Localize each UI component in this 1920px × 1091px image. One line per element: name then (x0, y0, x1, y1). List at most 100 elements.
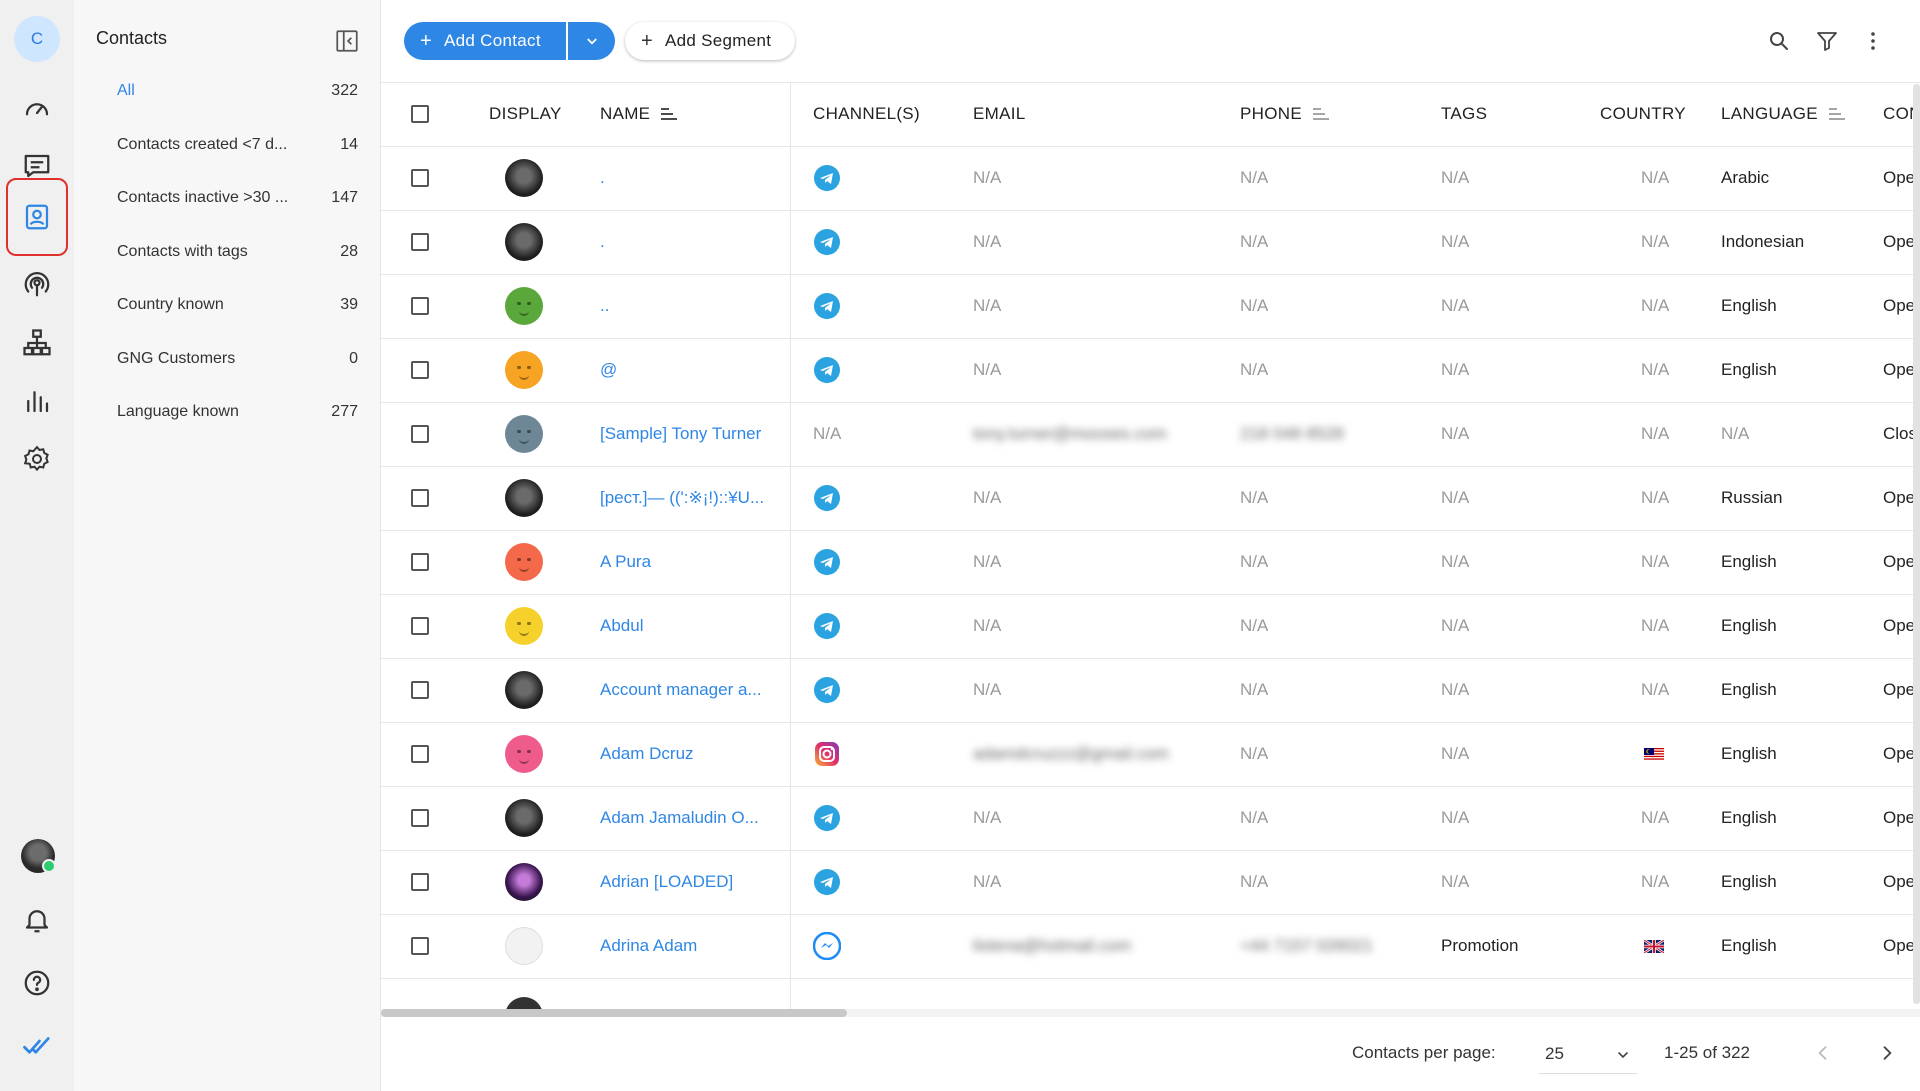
segment-item[interactable]: Contacts created <7 d... 14 (74, 125, 380, 165)
segment-item[interactable]: Language known 277 (74, 392, 380, 432)
table-row[interactable]: Adrian [LOADED] N/A N/A N/A N/A English Ope (381, 850, 1920, 915)
segment-item[interactable]: Country known 39 (74, 285, 380, 325)
brand-logo (12, 1021, 62, 1071)
contact-name-link[interactable]: . (600, 146, 605, 210)
notifications-button[interactable] (12, 895, 62, 945)
contact-name-link[interactable]: Adam Dcruz (600, 722, 694, 786)
segment-item[interactable]: Contacts with tags 28 (74, 232, 380, 272)
column-phone[interactable]: PHONE (1240, 82, 1330, 146)
row-checkbox[interactable] (411, 658, 429, 722)
row-checkbox[interactable] (411, 850, 429, 914)
contact-name-link[interactable]: Account manager a... (600, 658, 762, 722)
checkbox-box (411, 873, 429, 891)
collapse-panel-button[interactable] (334, 28, 360, 54)
nav-settings[interactable] (12, 434, 62, 484)
more-options-button[interactable] (1859, 27, 1887, 55)
horizontal-scrollbar-thumb[interactable] (381, 1009, 847, 1017)
table-row[interactable]: Adam Dcruz adamdcruzzz@gmail.com N/A N/A Eng… (381, 722, 1920, 787)
workflow-icon (23, 329, 51, 356)
tags-cell: N/A (1441, 744, 1470, 763)
table-row[interactable]: . N/A N/A N/A N/A Arabic Ope (381, 146, 1920, 211)
table-row[interactable]: Account manager a... N/A N/A N/A N/A English O… (381, 658, 1920, 723)
language-cell: English (1721, 296, 1777, 315)
segment-item[interactable]: All 322 (74, 71, 380, 111)
per-page-select[interactable]: 25 (1539, 1035, 1637, 1074)
display-cell (505, 658, 543, 722)
previous-page-button[interactable] (1809, 1039, 1837, 1067)
row-checkbox[interactable] (411, 338, 429, 402)
search-icon (1770, 32, 1788, 50)
checkbox-box (411, 425, 429, 443)
row-checkbox[interactable] (411, 146, 429, 210)
row-checkbox[interactable] (411, 786, 429, 850)
segment-count: 277 (331, 403, 358, 420)
contact-name-link[interactable]: Adam Jamaludin O... (600, 786, 759, 850)
channel-cell (813, 786, 841, 850)
add-contact-dropdown-button[interactable] (568, 22, 615, 60)
language-cell: Indonesian (1721, 232, 1805, 251)
channel-cell (813, 658, 841, 722)
search-button[interactable] (1765, 27, 1793, 55)
checkbox-box (411, 169, 429, 187)
country-cell: N/A (1641, 296, 1670, 315)
nav-contacts[interactable] (6, 178, 68, 256)
table-row[interactable]: [рест.]— ((':※¡!)::¥U... N/A N/A N/A N/A Russ… (381, 466, 1920, 531)
contact-name-link[interactable]: .. (600, 274, 609, 338)
table-row[interactable]: @ N/A N/A N/A N/A English Ope (381, 338, 1920, 403)
help-button[interactable] (12, 958, 62, 1008)
contact-name-link[interactable]: [рест.]— ((':※¡!)::¥U... (600, 466, 764, 530)
contact-name-link[interactable]: [Sample] Tony Turner (600, 402, 761, 466)
contact-avatar (505, 479, 543, 517)
select-all-checkbox[interactable] (411, 82, 429, 146)
contact-name-link[interactable]: Adrian [LOADED] (600, 850, 733, 914)
segment-item[interactable]: Contacts inactive >30 ... 147 (74, 178, 380, 218)
workspace-avatar[interactable]: C (14, 16, 60, 62)
nav-reports[interactable] (12, 376, 62, 426)
display-cell (505, 530, 543, 594)
table-row[interactable]: [Sample] Tony Turner N/A tony.turner@moose… (381, 402, 1920, 467)
row-checkbox[interactable] (411, 466, 429, 530)
row-checkbox[interactable] (411, 722, 429, 786)
table-row[interactable]: Adam Jamaludin O... N/A N/A N/A N/A English Op… (381, 786, 1920, 851)
contact-name-link[interactable]: @ (600, 338, 617, 402)
column-name[interactable]: NAME (600, 82, 678, 146)
row-checkbox[interactable] (411, 914, 429, 978)
table-row[interactable]: . N/A N/A N/A N/A Indonesian Ope (381, 210, 1920, 275)
email-cell: N/A (973, 808, 1002, 827)
table-row[interactable]: Abdul N/A N/A N/A N/A English Ope (381, 594, 1920, 659)
country-cell: N/A (1641, 808, 1670, 827)
telegram-icon (814, 357, 840, 383)
nav-broadcasts[interactable] (12, 259, 62, 309)
plus-icon: + (641, 29, 653, 52)
add-contact-button[interactable]: + Add Contact (404, 22, 566, 60)
country-cell: N/A (1641, 424, 1670, 443)
add-segment-button[interactable]: + Add Segment (625, 22, 795, 60)
table-row[interactable]: A Pura N/A N/A N/A N/A English Ope (381, 530, 1920, 595)
segment-item[interactable]: GNG Customers 0 (74, 339, 380, 379)
contact-name-link[interactable]: Adrina Adam (600, 914, 697, 978)
contact-name-link[interactable]: A Pura (600, 530, 651, 594)
row-checkbox[interactable] (411, 530, 429, 594)
filter-button[interactable] (1813, 27, 1841, 55)
tags-cell: N/A (1441, 552, 1470, 571)
phone-cell: N/A (1240, 744, 1269, 763)
row-checkbox[interactable] (411, 210, 429, 274)
table-row[interactable]: Adrina Adam listena@hotmail.com +44 7157 0… (381, 914, 1920, 979)
telegram-icon (814, 165, 840, 191)
contact-name-link[interactable]: Abdul (600, 594, 643, 658)
nav-dashboard[interactable] (12, 83, 62, 133)
table-row[interactable]: .. N/A N/A N/A N/A English Ope (381, 274, 1920, 339)
column-language[interactable]: LANGUAGE (1721, 82, 1846, 146)
channel-cell (813, 146, 841, 210)
contact-name-link[interactable]: . (600, 210, 605, 274)
contact-avatar (505, 671, 543, 709)
vertical-scrollbar[interactable] (1913, 84, 1920, 1004)
user-avatar[interactable] (21, 839, 56, 873)
row-checkbox[interactable] (411, 594, 429, 658)
row-checkbox[interactable] (411, 402, 429, 466)
next-page-button[interactable] (1873, 1039, 1901, 1067)
row-checkbox[interactable] (411, 274, 429, 338)
contact-card-icon (25, 204, 49, 230)
nav-workflows[interactable] (12, 318, 62, 368)
chevron-down-icon (1618, 1052, 1628, 1059)
